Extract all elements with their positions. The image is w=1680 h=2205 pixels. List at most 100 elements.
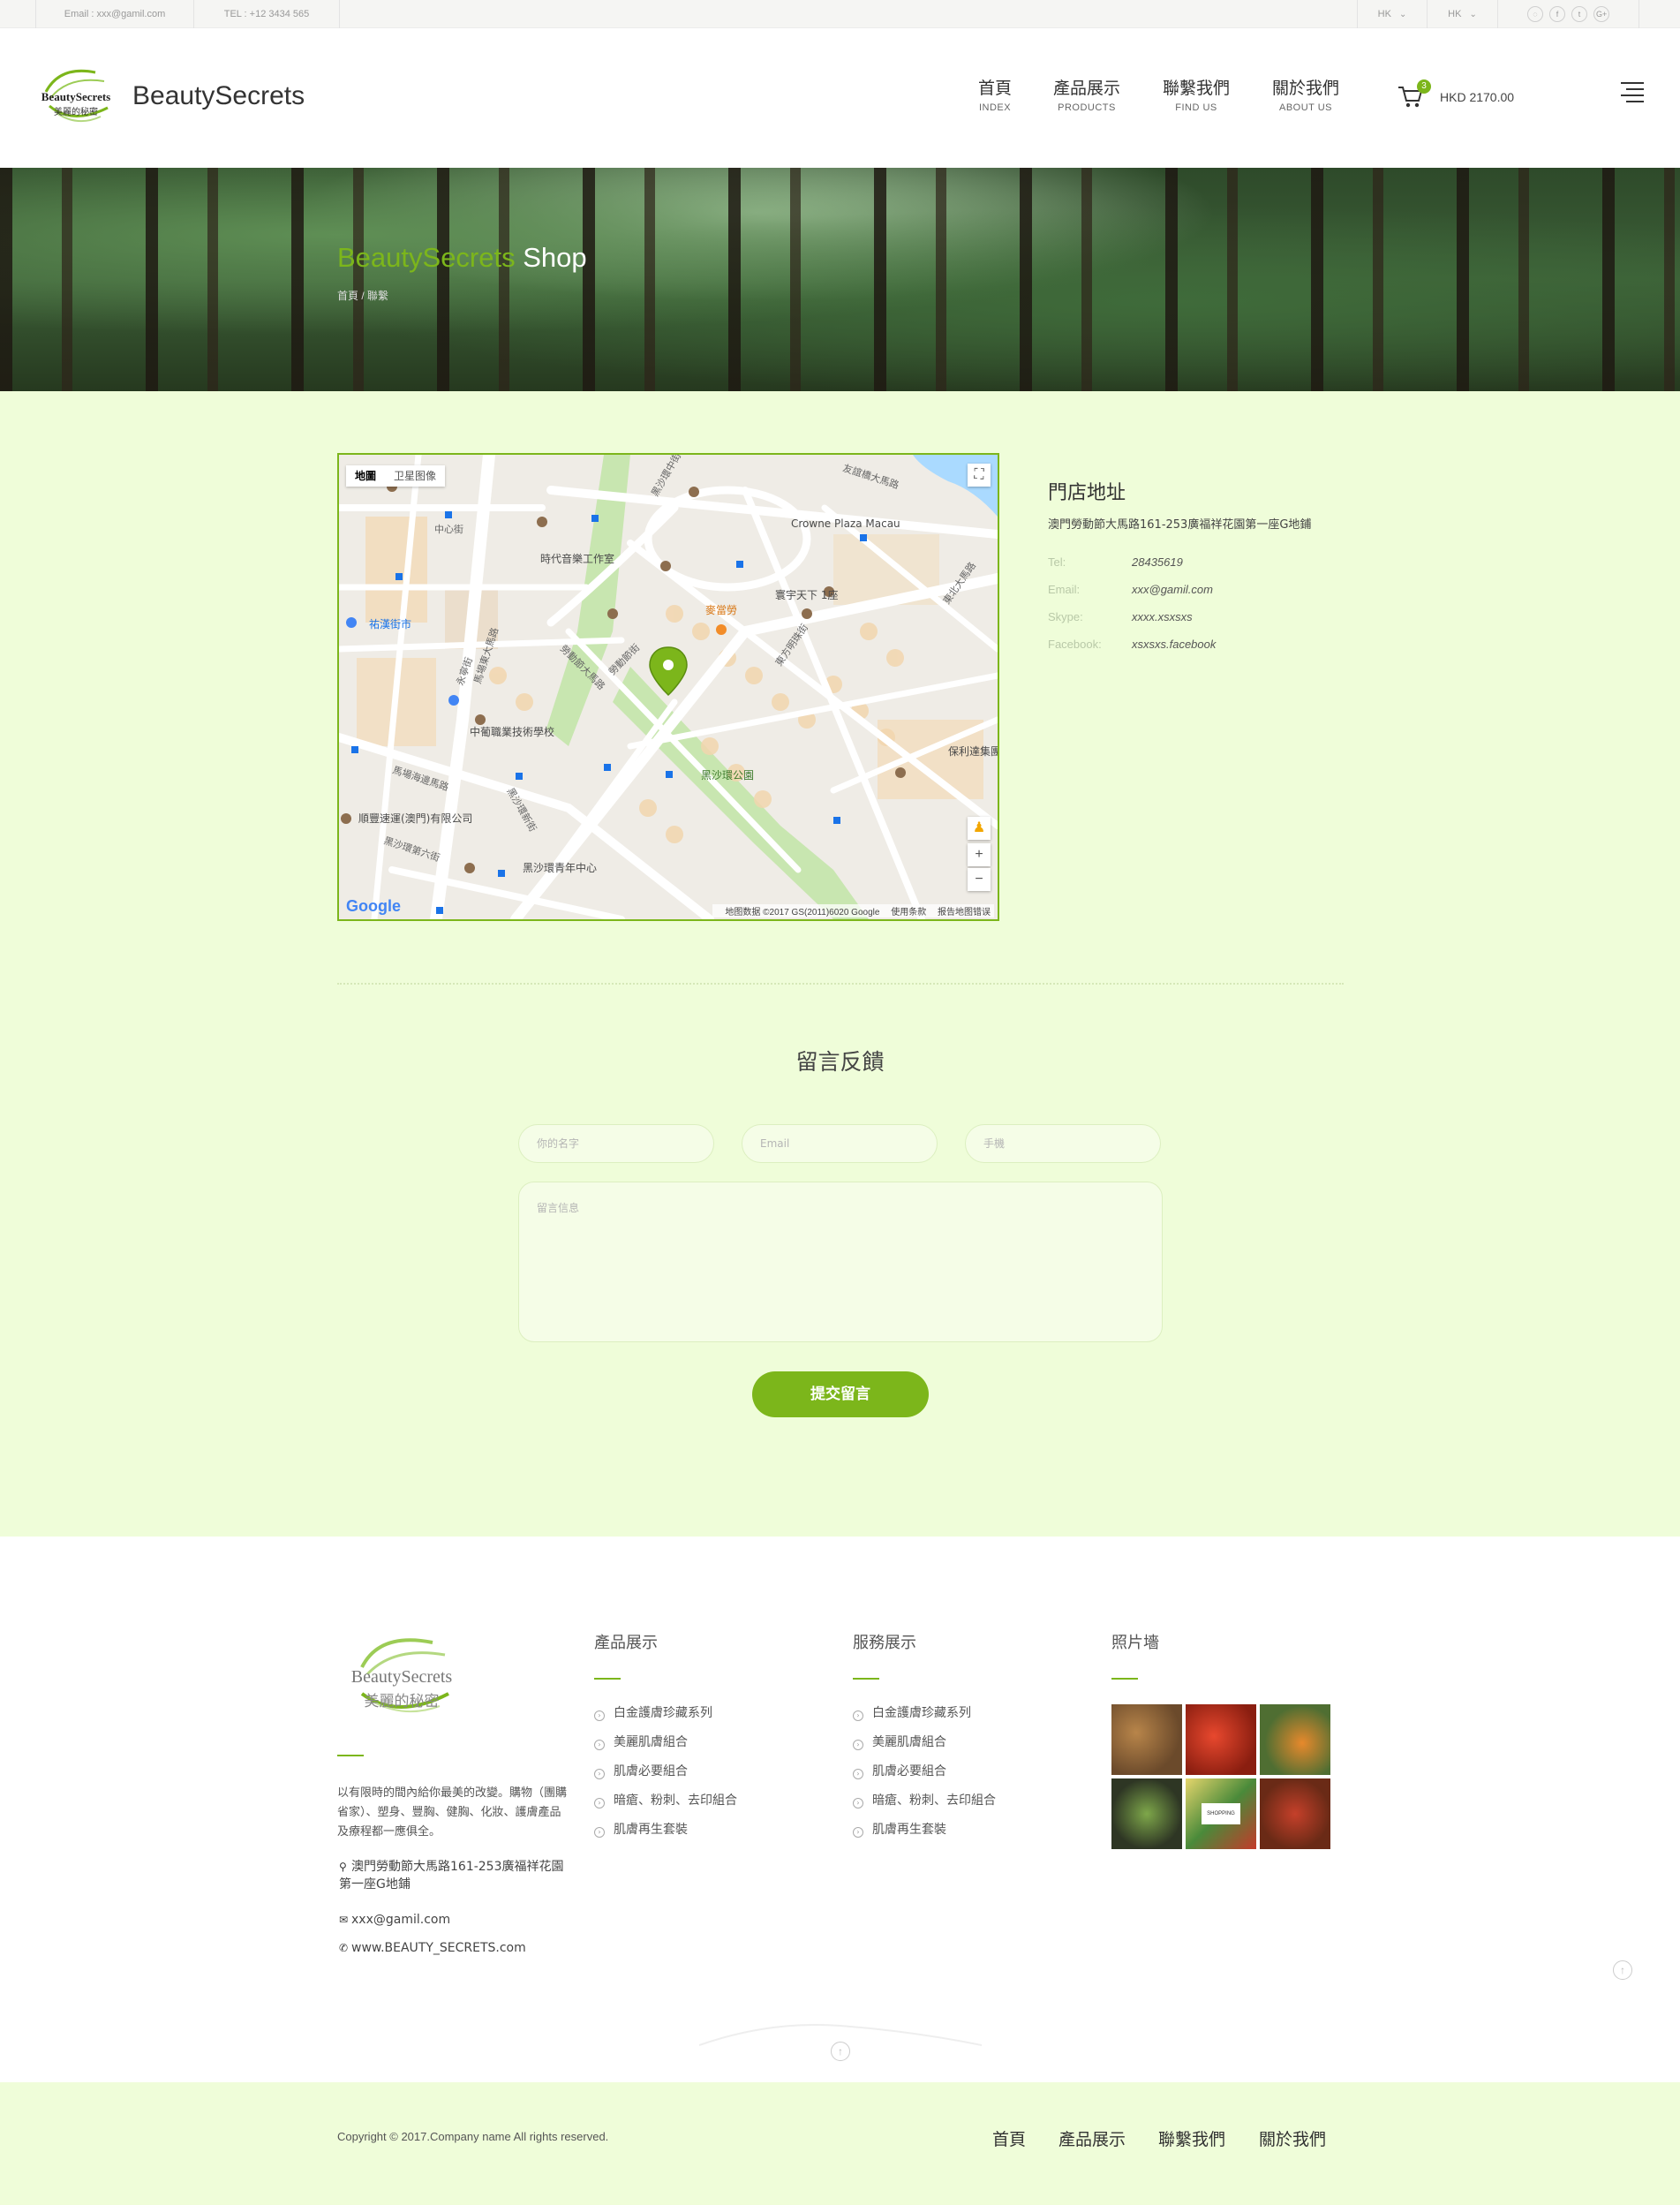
- nav-find-us[interactable]: 聯繫我們 FIND US: [1159, 78, 1233, 113]
- zoom-out-button[interactable]: −: [968, 868, 991, 891]
- circle-arrow-icon: ›: [853, 1710, 863, 1721]
- list-item[interactable]: › 美麗肌膚組合: [594, 1733, 737, 1763]
- photo-thumb-5[interactable]: SHOPPING: [1186, 1778, 1256, 1849]
- footer-nav-index[interactable]: 首頁: [992, 2126, 1026, 2150]
- zoom-in-button[interactable]: +: [968, 843, 991, 866]
- photo-thumb-2[interactable]: [1186, 1704, 1256, 1775]
- shopping-cart[interactable]: 3 HKD 2170.00: [1397, 79, 1530, 111]
- footer-email[interactable]: ✉ xxx@gamil.com: [339, 1911, 450, 1929]
- social-links: ◌ f t G+: [1498, 0, 1639, 28]
- circle-arrow-icon: ›: [853, 1827, 863, 1838]
- logo-text: BeautySecrets: [41, 90, 111, 103]
- map-label-mcd: 麥當勞: [705, 604, 737, 616]
- submit-message-button[interactable]: 提交留言: [752, 1371, 929, 1417]
- language-select-2[interactable]: HK ⌄: [1428, 0, 1498, 28]
- list-item[interactable]: › 肌膚再生套裝: [853, 1821, 996, 1850]
- info-value: xxxx.xsxsxs: [1132, 610, 1193, 623]
- cart-total: HKD 2170.00: [1440, 90, 1515, 104]
- store-address-title: 門店地址: [1048, 482, 1126, 504]
- scroll-top-icon[interactable]: ↑: [1613, 1960, 1632, 1980]
- list-item[interactable]: › 暗瘡、粉刺、去印組合: [594, 1792, 737, 1821]
- fullscreen-icon[interactable]: ⛶: [968, 464, 991, 487]
- list-item[interactable]: › 肌膚必要組合: [853, 1763, 996, 1792]
- banner-title: BeautySecrets Shop: [337, 242, 587, 274]
- footer-accent-line: [853, 1678, 879, 1680]
- photo-thumb-6[interactable]: [1260, 1778, 1330, 1849]
- facebook-icon[interactable]: f: [1548, 6, 1565, 22]
- footer-website[interactable]: ✆ www.BEAUTY_SECRETS.com: [339, 1939, 526, 1957]
- map-road-1: 友誼橋大馬路: [841, 462, 900, 492]
- list-item[interactable]: › 美麗肌膚組合: [853, 1733, 996, 1763]
- footer-logo[interactable]: BeautySecrets 美麗的秘密: [335, 1623, 468, 1720]
- map-road-4: 黑沙環中街: [648, 455, 683, 499]
- map-data-credit: 地图数据 ©2017 GS(2011)6020 Google: [725, 908, 880, 917]
- brand-name[interactable]: BeautySecrets: [132, 81, 305, 111]
- mail-icon: ✉: [339, 1914, 349, 1926]
- menu-hamburger-icon[interactable]: [1619, 79, 1644, 104]
- photo-thumb-3[interactable]: [1260, 1704, 1330, 1775]
- list-item[interactable]: › 白金護膚珍藏系列: [853, 1704, 996, 1733]
- info-value: xxx@gamil.com: [1132, 583, 1213, 596]
- footer-address-text: 澳門勞動節大馬路161-253廣福祥花園第一座G地鋪: [339, 1860, 564, 1892]
- map-label-school: 中葡職業技術學校: [470, 725, 554, 738]
- circle-arrow-icon: ›: [853, 1740, 863, 1750]
- chevron-down-icon: ⌄: [1469, 10, 1477, 19]
- footer-products-title: 產品展示: [594, 1634, 658, 1652]
- nav-index[interactable]: 首頁 INDEX: [976, 78, 1013, 113]
- phone-input[interactable]: [965, 1124, 1161, 1163]
- logo-subtext: 美麗的秘密: [54, 108, 98, 117]
- map-canvas: Crowne Plaza Macau 時代音樂工作室 祐漢街市 中葡職業技術學校…: [339, 455, 998, 919]
- topbar-email: Email : xxx@gamil.com: [35, 0, 194, 28]
- nav-label-cn: 首頁: [977, 79, 1012, 98]
- banner-title-rest: Shop: [515, 242, 587, 273]
- map-terms-link[interactable]: 使用条款: [891, 908, 926, 917]
- photo-thumb-4[interactable]: [1111, 1778, 1182, 1849]
- photo-thumb-1[interactable]: [1111, 1704, 1182, 1775]
- contact-section: Crowne Plaza Macau 時代音樂工作室 祐漢街市 中葡職業技術學校…: [0, 391, 1680, 1537]
- footer-nav-about-us[interactable]: 關於我們: [1259, 2126, 1326, 2150]
- map-type-control: 地圖 卫星图像: [346, 465, 446, 487]
- breadcrumb[interactable]: 首頁 / 聯繫: [337, 288, 388, 303]
- footer-nav-find-us[interactable]: 聯繫我們: [1158, 2126, 1225, 2150]
- nav-label-en: INDEX: [978, 102, 1012, 113]
- language-select-1[interactable]: HK ⌄: [1357, 0, 1428, 28]
- name-input[interactable]: [518, 1124, 714, 1163]
- topbar-tel: TEL : +12 3434 565: [194, 0, 340, 28]
- google-plus-icon[interactable]: G+: [1593, 6, 1610, 22]
- info-label: Email:: [1048, 583, 1081, 596]
- section-divider: [337, 983, 1344, 985]
- nav-about-us[interactable]: 關於我們 ABOUT US: [1268, 78, 1344, 113]
- footer-accent-line: [594, 1678, 621, 1680]
- info-label: Tel:: [1048, 555, 1066, 569]
- list-item-label: 白金護膚珍藏系列: [872, 1706, 971, 1720]
- map-type-satellite[interactable]: 卫星图像: [385, 465, 445, 487]
- map-label-market: 祐漢街市: [369, 617, 411, 631]
- twitter-icon[interactable]: t: [1571, 6, 1588, 22]
- top-bar: Email : xxx@gamil.com TEL : +12 3434 565…: [0, 0, 1680, 28]
- map-label-company: 順豐速運(澳門)有限公司: [358, 812, 472, 825]
- pegman-icon[interactable]: ♟: [968, 817, 991, 840]
- map-type-map[interactable]: 地圖: [346, 465, 385, 487]
- list-item[interactable]: › 肌膚必要組合: [594, 1763, 737, 1792]
- map-report-link[interactable]: 报告地图错误: [938, 908, 991, 917]
- wechat-icon[interactable]: ◌: [1526, 6, 1543, 22]
- list-item-label: 白金護膚珍藏系列: [614, 1706, 712, 1720]
- list-item[interactable]: › 肌膚再生套裝: [594, 1821, 737, 1850]
- footer-accent-line: [337, 1755, 364, 1756]
- google-map[interactable]: Crowne Plaza Macau 時代音樂工作室 祐漢街市 中葡職業技術學校…: [337, 453, 999, 921]
- nav-label-cn: 聯繫我們: [1162, 79, 1230, 98]
- footer-nav-products[interactable]: 產品展示: [1058, 2126, 1126, 2150]
- email-input[interactable]: [742, 1124, 938, 1163]
- circle-arrow-icon: ›: [853, 1769, 863, 1779]
- nav-products[interactable]: 產品展示 PRODUCTS: [1049, 78, 1125, 113]
- site-footer: BeautySecrets 美麗的秘密 以有限時的間內給你最美的改變。購物（團購…: [0, 1537, 1680, 2082]
- scroll-top-icon[interactable]: ↑: [831, 2042, 850, 2061]
- list-item[interactable]: › 暗瘡、粉刺、去印組合: [853, 1792, 996, 1821]
- list-item-label: 暗瘡、粉刺、去印組合: [872, 1793, 996, 1808]
- list-item[interactable]: › 白金護膚珍藏系列: [594, 1704, 737, 1733]
- map-road-12: 勞動節街: [606, 641, 642, 677]
- nav-label-en: FIND US: [1175, 102, 1217, 113]
- info-value: 28435619: [1132, 555, 1183, 569]
- message-textarea[interactable]: [518, 1182, 1163, 1342]
- site-logo[interactable]: BeautySecrets 美麗的秘密: [34, 62, 118, 132]
